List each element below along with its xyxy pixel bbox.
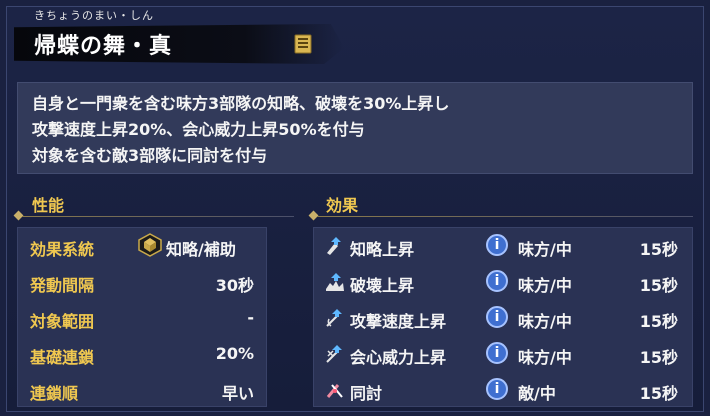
performance-heading: 性能 xyxy=(32,196,65,215)
stat-row-base-chain: 基礎連鎖 20% xyxy=(18,336,266,372)
effects-panel: 知略上昇 i 味方/中 15秒 破壊上昇 i 味方/中 15秒 攻撃速度上昇 i… xyxy=(313,227,693,407)
effect-name: 知略上昇 xyxy=(350,240,415,259)
stat-label: 連鎖順 xyxy=(30,384,79,403)
effect-duration: 15秒 xyxy=(639,240,678,259)
strategy-support-icon xyxy=(138,233,162,257)
effect-target: 味方/中 xyxy=(518,240,572,259)
stat-value: - xyxy=(247,308,254,327)
info-icon[interactable]: i xyxy=(486,306,508,328)
effect-row: 会心威力上昇 i 味方/中 15秒 xyxy=(314,336,692,372)
stat-label: 対象範囲 xyxy=(30,312,95,331)
effects-divider xyxy=(317,216,693,217)
attack-speed-up-icon xyxy=(326,309,342,327)
effect-name: 攻撃速度上昇 xyxy=(350,312,447,331)
stat-label: 基礎連鎖 xyxy=(30,348,95,367)
effect-duration: 15秒 xyxy=(639,312,678,331)
info-icon[interactable]: i xyxy=(486,270,508,292)
skill-title: 帰蝶の舞・真 xyxy=(34,34,173,59)
stat-label: 発動間隔 xyxy=(30,276,95,295)
stat-row-interval: 発動間隔 30秒 xyxy=(18,264,266,300)
effect-row: 同討 i 敵/中 15秒 xyxy=(314,372,692,408)
critical-power-up-icon xyxy=(326,345,342,363)
info-icon[interactable]: i xyxy=(486,342,508,364)
stat-row-range: 対象範囲 - xyxy=(18,300,266,336)
effect-duration: 15秒 xyxy=(639,276,678,295)
effect-row: 攻撃速度上昇 i 味方/中 15秒 xyxy=(314,300,692,336)
skill-description: 自身と一門衆を含む味方3部隊の知略、破壊を30%上昇し 攻撃速度上昇20%、会心… xyxy=(17,82,693,174)
stat-value: 早い xyxy=(221,384,254,403)
performance-panel: 効果系統 知略/補助 発動間隔 30秒 対象範囲 - 基礎連鎖 20% 連鎖順 … xyxy=(17,227,267,407)
effect-duration: 15秒 xyxy=(639,384,678,403)
info-icon[interactable]: i xyxy=(486,234,508,256)
effect-row: 破壊上昇 i 味方/中 15秒 xyxy=(314,264,692,300)
info-icon[interactable]: i xyxy=(486,378,508,400)
description-line: 攻撃速度上昇20%、会心威力上昇50%を付与 xyxy=(32,120,365,139)
performance-divider xyxy=(22,216,294,217)
stat-row-effect-type: 効果系統 知略/補助 xyxy=(18,228,266,264)
stat-value: 知略/補助 xyxy=(166,240,236,259)
effect-row: 知略上昇 i 味方/中 15秒 xyxy=(314,228,692,264)
book-icon[interactable] xyxy=(294,34,312,54)
destruction-up-icon xyxy=(326,273,344,291)
effect-target: 敵/中 xyxy=(518,384,556,403)
stat-label: 効果系統 xyxy=(30,240,95,259)
effect-name: 同討 xyxy=(350,384,383,403)
effect-target: 味方/中 xyxy=(518,312,572,331)
effect-duration: 15秒 xyxy=(639,348,678,367)
stat-value: 20% xyxy=(215,344,254,363)
effects-heading: 効果 xyxy=(326,196,359,215)
friendly-fire-icon xyxy=(326,384,343,398)
stat-value: 30秒 xyxy=(215,276,254,295)
description-line: 自身と一門衆を含む味方3部隊の知略、破壊を30%上昇し xyxy=(32,94,450,113)
effect-target: 味方/中 xyxy=(518,276,572,295)
effect-target: 味方/中 xyxy=(518,348,572,367)
stat-row-chain-order: 連鎖順 早い xyxy=(18,372,266,408)
skill-furigana: きちょうのまい・しん xyxy=(34,9,154,22)
effect-name: 破壊上昇 xyxy=(350,276,415,295)
description-line: 対象を含む敵3部隊に同討を付与 xyxy=(32,146,268,165)
effect-name: 会心威力上昇 xyxy=(350,348,447,367)
intellect-up-icon xyxy=(327,237,341,255)
